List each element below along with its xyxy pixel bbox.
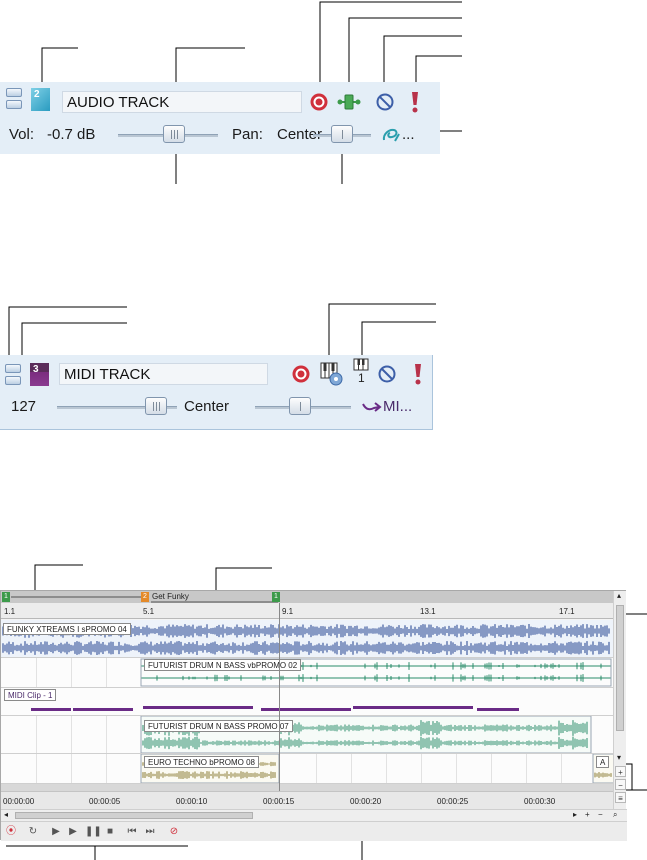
play-icon[interactable]: ▶ [67, 825, 79, 838]
clip-label-text: A [600, 758, 606, 767]
track-height-button[interactable]: ≡ [615, 792, 626, 803]
waveform-futurist [140, 716, 592, 753]
velocity-slider-thumb[interactable] [145, 397, 167, 415]
time-label: 00:00:00 [3, 797, 35, 806]
bar-marker: 17.1 [559, 607, 575, 616]
clip-label[interactable]: FUTURIST DRUM N BASS vbPROMO 02 [144, 659, 302, 671]
clip-label-text: FUNKY XTREAMS I sPROMO 04 [7, 625, 127, 634]
volume-value: -0.7 dB [47, 126, 96, 143]
time-label: 00:00:15 [263, 797, 295, 806]
zoom-out-icon[interactable]: − [598, 810, 603, 819]
clip-label-text: EURO TECHNO bPROMO 08 [148, 758, 255, 767]
clip-label[interactable]: MIDI Clip - 1 [4, 689, 57, 701]
midi-channel-icon[interactable] [351, 358, 371, 372]
time-label: 00:00:05 [89, 797, 121, 806]
record-arm-icon[interactable] [291, 364, 311, 384]
scroll-up-icon[interactable]: ▴ [617, 591, 621, 600]
midi-channel-value[interactable]: 1 [358, 371, 365, 385]
region-bar[interactable]: 1 2 Get Funky 1 [1, 591, 615, 603]
record-arm-icon[interactable] [309, 92, 329, 112]
horizontal-scrollbar[interactable]: ◂ ▸ + − ⌕ [1, 809, 627, 821]
volume-label: Vol: [9, 126, 35, 143]
mute-icon[interactable] [377, 364, 397, 384]
midi-track-header: 3 MIDI TRACK 1 127 Center MI... [0, 355, 433, 430]
pan-label: Pan: [232, 126, 263, 143]
region-start-flag[interactable]: 1 [2, 592, 10, 602]
clip-label-text: MIDI Clip - 1 [8, 691, 53, 700]
zoom-tool-icon[interactable]: ⌕ [613, 810, 617, 820]
track-number-badge[interactable]: 2 [31, 88, 50, 111]
region-end-flag[interactable]: 1 [272, 592, 280, 602]
clip-label[interactable]: A [596, 756, 610, 768]
fx-icon[interactable] [381, 126, 401, 144]
lane-midi[interactable]: MIDI Clip - 1 [1, 688, 615, 716]
time-label: 00:00:10 [176, 797, 208, 806]
clip-label-text: FUTURIST DRUM N BASS PROMO 07 [148, 722, 289, 731]
clip-label-text: FUTURIST DRUM N BASS vbPROMO 02 [148, 661, 298, 670]
track-name-field[interactable]: MIDI TRACK [59, 363, 268, 385]
record-icon[interactable]: ⦿ [5, 825, 17, 838]
minimize-maximize-button[interactable] [5, 86, 23, 112]
bar-marker: 5.1 [143, 607, 155, 616]
midi-output-label[interactable]: MI... [383, 398, 412, 415]
audio-track-header: 2 AUDIO TRACK Vol: -0.7 dB Pan: Center .… [0, 82, 440, 154]
bars-beats-ruler[interactable]: 1.1 5.1 9.1 13.1 17.1 [1, 603, 615, 619]
clip-label[interactable]: EURO TECHNO bPROMO 08 [144, 756, 259, 768]
track-name-field[interactable]: AUDIO TRACK [62, 91, 302, 113]
track-zoom-out-button[interactable]: − [615, 779, 626, 790]
lane-funky[interactable]: FUNKY XTREAMS I sPROMO 04 [1, 620, 615, 658]
scroll-thumb[interactable] [616, 605, 624, 731]
bar-marker: 1.1 [4, 607, 16, 616]
mute-icon[interactable] [375, 92, 395, 112]
time-label: 00:00:20 [350, 797, 382, 806]
track-number-badge[interactable]: 3 [30, 363, 49, 386]
bar-marker: 9.1 [282, 607, 294, 616]
zoom-in-icon[interactable]: + [585, 810, 590, 819]
pan-slider-thumb[interactable] [331, 125, 353, 143]
lane-futurist-vb[interactable]: FUTURIST DRUM N BASS vbPROMO 02 [1, 658, 615, 688]
waveform-euro [140, 754, 615, 783]
time-label: 00:00:30 [524, 797, 556, 806]
solo-icon[interactable] [408, 90, 422, 114]
midi-notes [31, 706, 519, 711]
track-zoom-in-button[interactable]: + [615, 766, 626, 777]
record-mode-icon[interactable]: ⊘ [168, 825, 180, 838]
playhead-line[interactable] [279, 603, 280, 791]
go-to-start-icon[interactable]: ⏮ [126, 825, 138, 838]
midi-output-arrow-icon[interactable] [362, 400, 382, 414]
region-flag[interactable]: 2 [141, 592, 149, 602]
scroll-down-icon[interactable]: ▾ [617, 753, 621, 762]
time-label: 00:00:25 [437, 797, 469, 806]
go-to-end-icon[interactable]: ⏭ [144, 825, 156, 838]
pan-value: Center [184, 398, 230, 415]
solo-icon[interactable] [411, 362, 425, 386]
clip-label[interactable]: FUNKY XTREAMS I sPROMO 04 [3, 623, 131, 635]
scroll-left-icon[interactable]: ◂ [4, 810, 8, 819]
lane-euro[interactable]: EURO TECHNO bPROMO 08 A [1, 754, 615, 784]
scroll-thumb[interactable] [15, 812, 253, 819]
midi-input-icon[interactable] [317, 361, 345, 387]
vertical-scrollbar[interactable]: ▴ ▾ + − ≡ [613, 591, 626, 809]
pause-icon[interactable]: ❚❚ [85, 825, 102, 838]
volume-slider-thumb[interactable] [163, 125, 185, 143]
input-monitor-icon[interactable] [336, 91, 362, 113]
velocity-value: 127 [11, 398, 37, 415]
minimize-maximize-button[interactable] [4, 362, 22, 388]
timeline-window: 1 2 Get Funky 1 1.1 5.1 9.1 13.1 17.1 FU… [0, 590, 627, 841]
fx-chain-label[interactable]: ... [402, 126, 415, 143]
loop-icon[interactable]: ↻ [27, 825, 39, 838]
play-from-start-icon[interactable]: ▶ [50, 825, 62, 838]
lane-futurist[interactable]: FUTURIST DRUM N BASS PROMO 07 [1, 716, 615, 754]
time-ruler[interactable]: 00:00:00 00:00:05 00:00:10 00:00:15 00:0… [1, 791, 615, 809]
bar-marker: 13.1 [420, 607, 436, 616]
clip-label[interactable]: FUTURIST DRUM N BASS PROMO 07 [144, 720, 293, 732]
pan-slider-thumb[interactable] [289, 397, 311, 415]
scroll-right-icon[interactable]: ▸ [573, 810, 577, 819]
stop-icon[interactable]: ■ [104, 825, 116, 838]
waveform-futurist-vb [140, 658, 612, 687]
transport-bar: ⦿ ↻ ▶ ▶ ❚❚ ■ ⏮ ⏭ ⊘ [1, 821, 627, 841]
